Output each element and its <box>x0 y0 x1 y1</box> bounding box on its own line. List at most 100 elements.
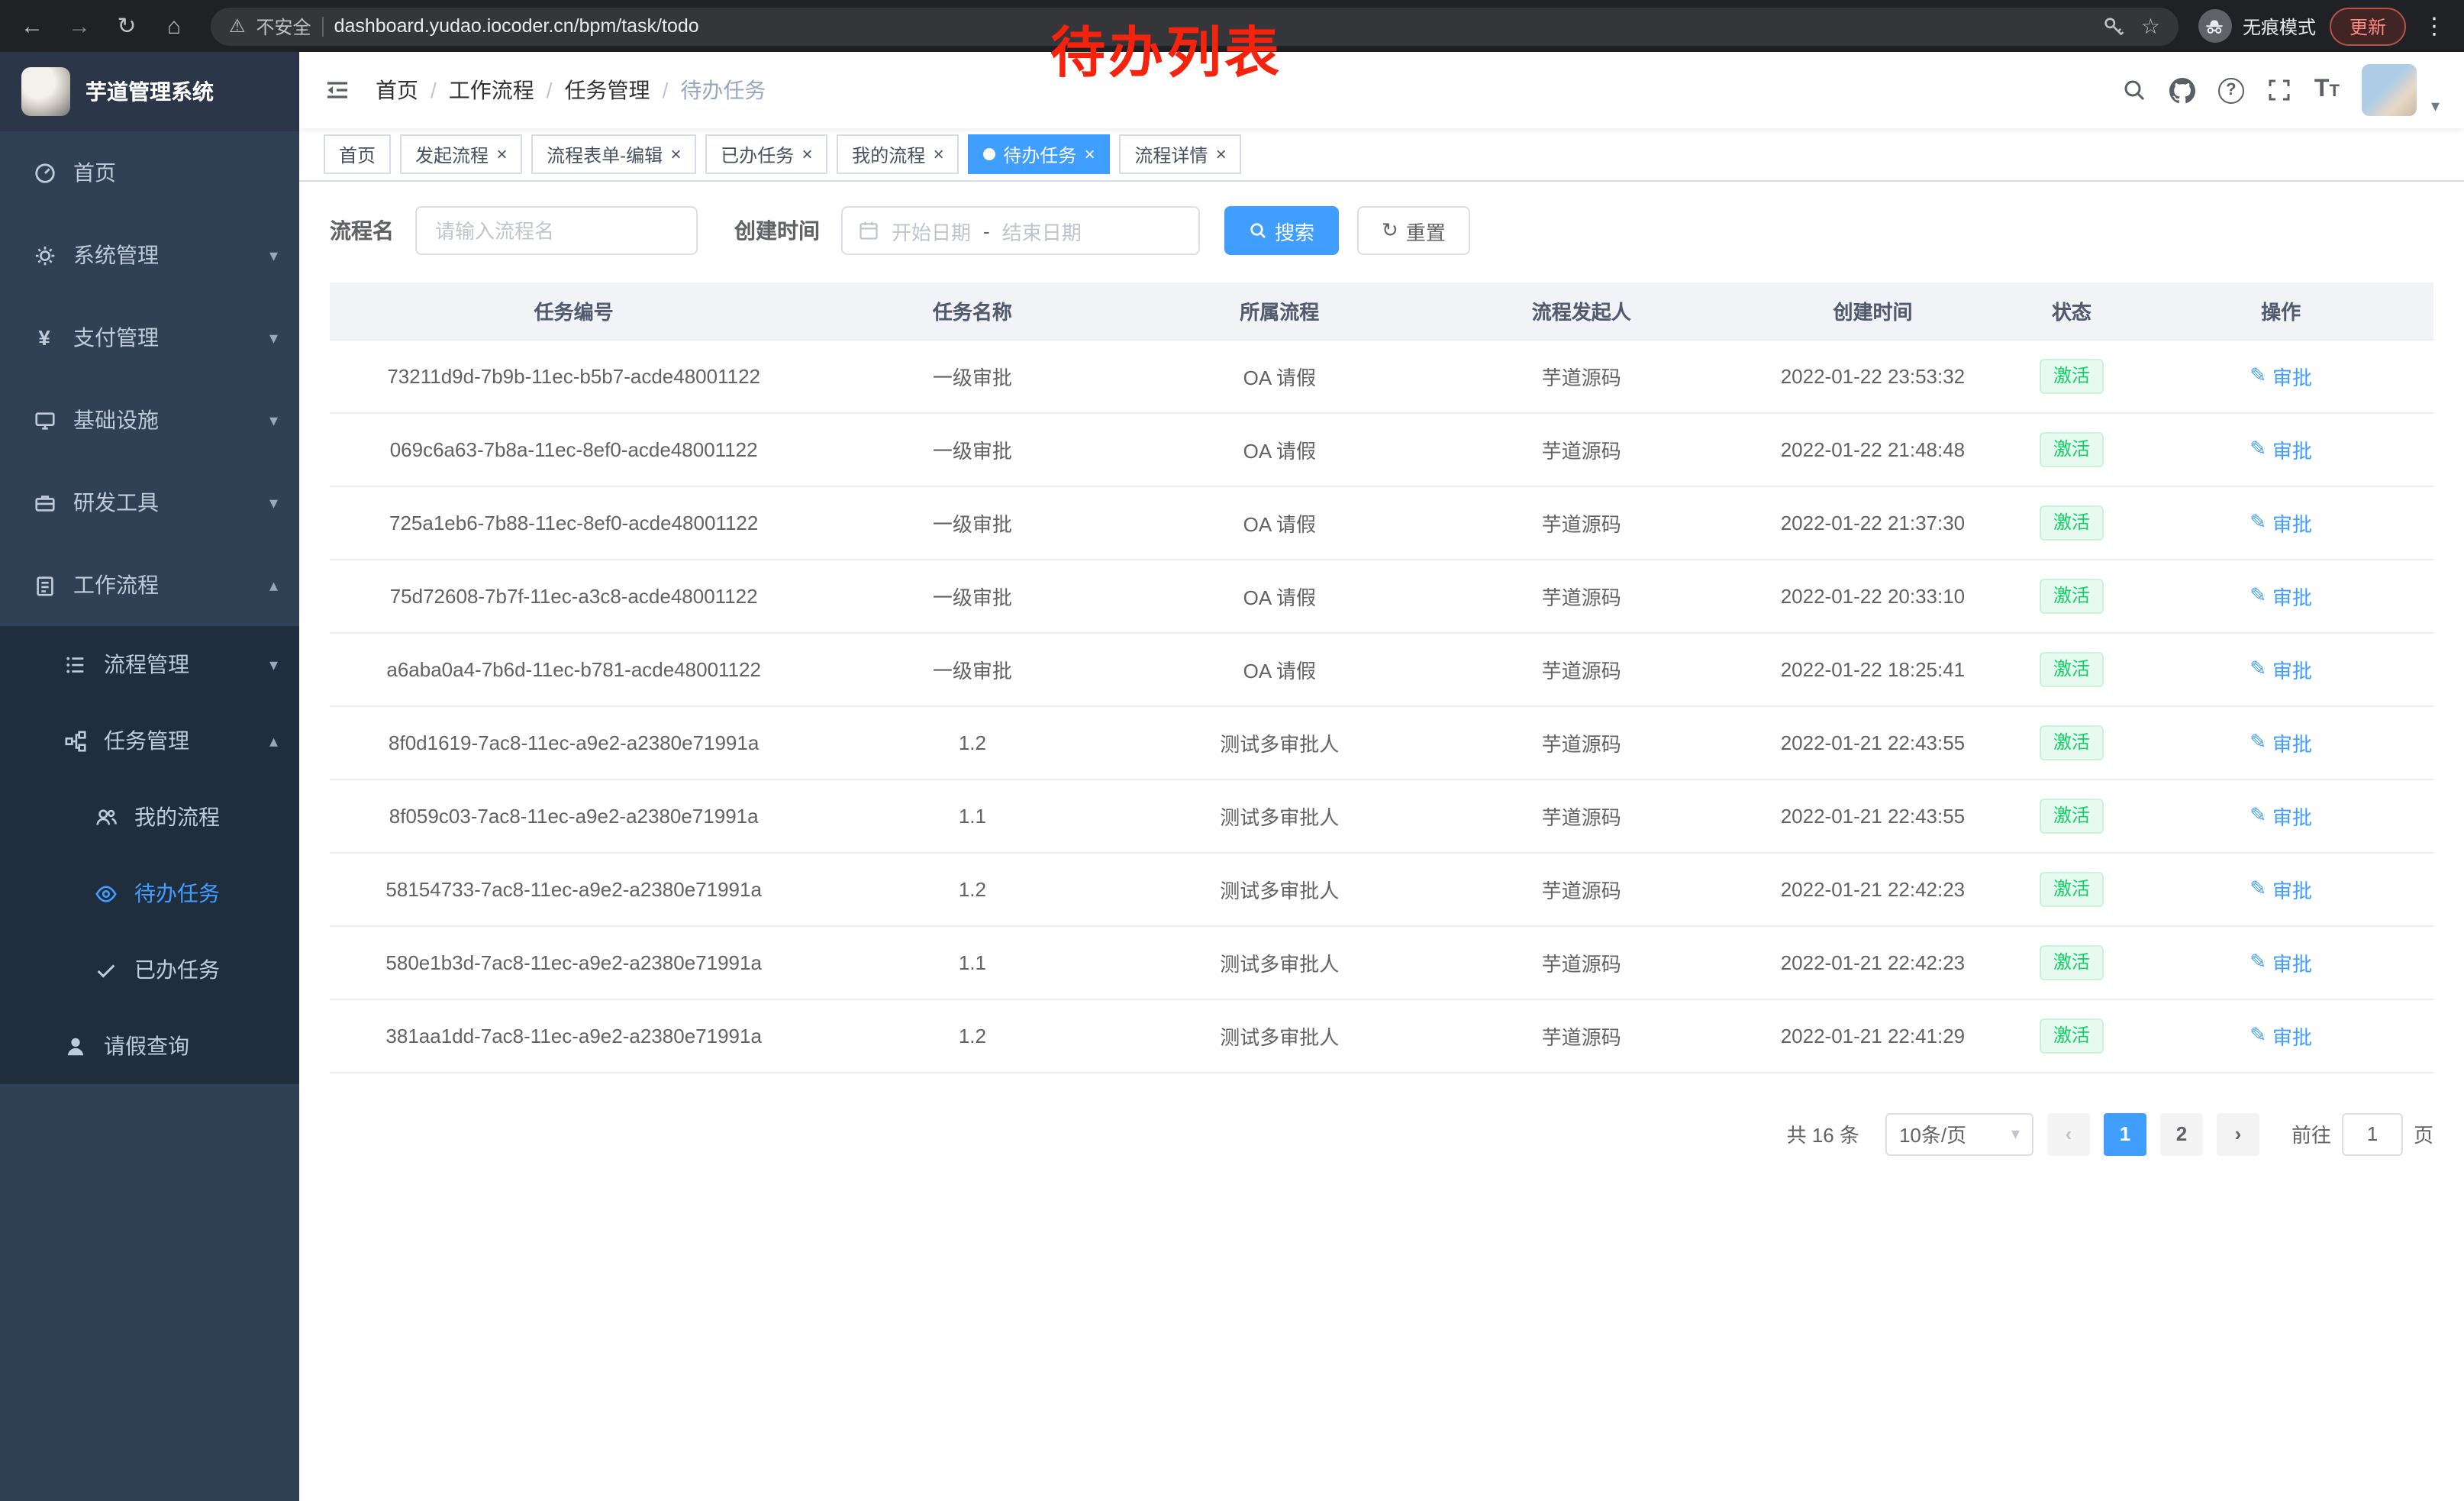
sidebar-fold-icon[interactable] <box>324 76 351 104</box>
table-row: 8f0d1619-7ac8-11ec-a9e2-a2380e71991a 1.2… <box>330 705 2433 779</box>
tab-close-icon[interactable]: × <box>1215 145 1226 163</box>
search-button[interactable]: 搜索 <box>1224 206 1339 255</box>
cell-task-name: 1.2 <box>818 705 1127 779</box>
start-date-placeholder[interactable]: 开始日期 <box>892 216 971 245</box>
cell-task-name: 1.2 <box>818 852 1127 925</box>
cell-process: OA 请假 <box>1127 486 1433 559</box>
breadcrumb-item[interactable]: 首页 <box>376 75 418 105</box>
sidebar: 芋道管理系统 首页 系统管理 ▾ ¥ 支付管理 ▾ <box>0 52 299 1501</box>
approve-link[interactable]: ✎审批 <box>2250 508 2312 537</box>
table-row: 381aa1dd-7ac8-11ec-a9e2-a2380e71991a 1.2… <box>330 999 2433 1072</box>
tab-label: 我的流程 <box>852 141 925 167</box>
approve-link[interactable]: ✎审批 <box>2250 361 2312 390</box>
sidebar-item-done-tasks[interactable]: 已办任务 <box>0 931 299 1008</box>
edit-icon: ✎ <box>2250 510 2266 534</box>
cell-initiator: 芋道源码 <box>1432 925 1730 999</box>
yen-icon: ¥ <box>31 325 58 350</box>
process-name-input[interactable] <box>415 206 698 255</box>
approve-link[interactable]: ✎审批 <box>2250 581 2312 610</box>
tab[interactable]: 发起流程 × <box>400 134 522 174</box>
update-button[interactable]: 更新 <box>2330 7 2406 45</box>
annotation-overlay: 待办列表 <box>1050 9 1282 89</box>
approve-link[interactable]: ✎审批 <box>2250 434 2312 463</box>
help-icon[interactable]: ? <box>2218 77 2244 103</box>
tabs-bar: 首页 发起流程 × 流程表单-编辑 × 已办任务 × 我的流程 × 待办任务 ×… <box>299 128 2464 182</box>
tab[interactable]: 我的流程 × <box>837 134 959 174</box>
tab[interactable]: 首页 <box>324 134 391 174</box>
cell-task-name: 一级审批 <box>818 632 1127 705</box>
forward-icon[interactable]: → <box>63 13 96 39</box>
sidebar-item-task-mgmt[interactable]: 任务管理 ▴ <box>0 702 299 779</box>
goto-page-input[interactable] <box>2342 1112 2403 1155</box>
breadcrumb-item[interactable]: 任务管理 <box>565 75 650 105</box>
tab-close-icon[interactable]: × <box>801 145 812 163</box>
security-label[interactable]: 不安全 <box>256 13 311 39</box>
back-icon[interactable]: ← <box>15 13 49 39</box>
next-page-button[interactable]: › <box>2217 1112 2259 1155</box>
page-button-1[interactable]: 1 <box>2104 1112 2146 1155</box>
tab[interactable]: 待办任务 × <box>968 134 1110 174</box>
tab[interactable]: 流程详情 × <box>1119 134 1241 174</box>
cell-process: OA 请假 <box>1127 339 1433 412</box>
search-icon[interactable] <box>2122 78 2146 102</box>
sidebar-item-payment[interactable]: ¥ 支付管理 ▾ <box>0 296 299 379</box>
sidebar-item-my-process[interactable]: 我的流程 <box>0 779 299 855</box>
sidebar-item-system[interactable]: 系统管理 ▾ <box>0 214 299 296</box>
task-table: 任务编号任务名称所属流程流程发起人创建时间状态操作 73211d9d-7b9b-… <box>330 282 2433 1073</box>
refresh-icon[interactable]: ↻ <box>110 12 144 40</box>
sidebar-item-infra[interactable]: 基础设施 ▾ <box>0 379 299 461</box>
reset-button[interactable]: ↻ 重置 <box>1357 206 1470 255</box>
browser-menu-icon[interactable]: ⋮ <box>2420 12 2449 40</box>
column-header: 任务编号 <box>330 282 818 339</box>
tab[interactable]: 已办任务 × <box>705 134 827 174</box>
caret-down-icon[interactable]: ▾ <box>2431 96 2440 116</box>
tab-close-icon[interactable]: × <box>670 145 681 163</box>
tab-close-icon[interactable]: × <box>933 145 943 163</box>
approve-link[interactable]: ✎审批 <box>2250 874 2312 903</box>
task-submenu: 我的流程 待办任务 已办任务 <box>0 779 299 1008</box>
approve-link[interactable]: ✎审批 <box>2250 1021 2312 1050</box>
avatar[interactable] <box>2362 64 2417 116</box>
approve-link-label: 审批 <box>2272 874 2312 903</box>
cell-process: OA 请假 <box>1127 412 1433 486</box>
sidebar-item-todo-tasks[interactable]: 待办任务 <box>0 855 299 931</box>
sidebar-item-home[interactable]: 首页 <box>0 131 299 214</box>
sidebar-item-label: 任务管理 <box>104 725 189 756</box>
sidebar-item-leave-query[interactable]: 请假查询 <box>0 1008 299 1084</box>
breadcrumb-item[interactable]: 工作流程 <box>449 75 534 105</box>
sidebar-item-devtools[interactable]: 研发工具 ▾ <box>0 461 299 544</box>
font-size-icon[interactable]: TT <box>2314 76 2340 104</box>
tab[interactable]: 流程表单-编辑 × <box>531 134 696 174</box>
cell-initiator: 芋道源码 <box>1432 779 1730 852</box>
approve-link[interactable]: ✎审批 <box>2250 654 2312 683</box>
cell-action: ✎审批 <box>2128 632 2433 705</box>
eye-icon <box>92 882 119 905</box>
tab-close-icon[interactable]: × <box>1084 145 1095 163</box>
cell-task-id: 73211d9d-7b9b-11ec-b5b7-acde48001122 <box>330 339 818 412</box>
cell-action: ✎审批 <box>2128 486 2433 559</box>
approve-link[interactable]: ✎审批 <box>2250 947 2312 976</box>
fullscreen-icon[interactable] <box>2267 78 2291 102</box>
bookmark-star-icon[interactable]: ☆ <box>2141 13 2160 39</box>
logo-row: 芋道管理系统 <box>0 52 299 131</box>
sidebar-item-label: 已办任务 <box>134 954 220 985</box>
cell-initiator: 芋道源码 <box>1432 486 1730 559</box>
approve-link[interactable]: ✎审批 <box>2250 801 2312 830</box>
github-icon[interactable] <box>2169 77 2195 103</box>
page-button-2[interactable]: 2 <box>2160 1112 2203 1155</box>
key-icon[interactable] <box>2103 15 2126 37</box>
prev-page-button[interactable]: ‹ <box>2047 1112 2090 1155</box>
end-date-placeholder[interactable]: 结束日期 <box>1002 216 1082 245</box>
date-range-picker[interactable]: 开始日期 - 结束日期 <box>841 206 1200 255</box>
home-icon[interactable]: ⌂ <box>157 13 191 39</box>
app-logo <box>21 67 70 116</box>
tab-close-icon[interactable]: × <box>496 145 507 163</box>
url-divider <box>322 16 324 36</box>
sidebar-item-process-mgmt[interactable]: 流程管理 ▾ <box>0 626 299 702</box>
check-icon <box>92 958 119 981</box>
cell-process: 测试多审批人 <box>1127 705 1433 779</box>
column-header: 任务名称 <box>818 282 1127 339</box>
approve-link[interactable]: ✎审批 <box>2250 728 2312 757</box>
page-size-select[interactable]: 10条/页 ▾ <box>1885 1112 2033 1155</box>
sidebar-item-workflow[interactable]: 工作流程 ▴ <box>0 544 299 626</box>
